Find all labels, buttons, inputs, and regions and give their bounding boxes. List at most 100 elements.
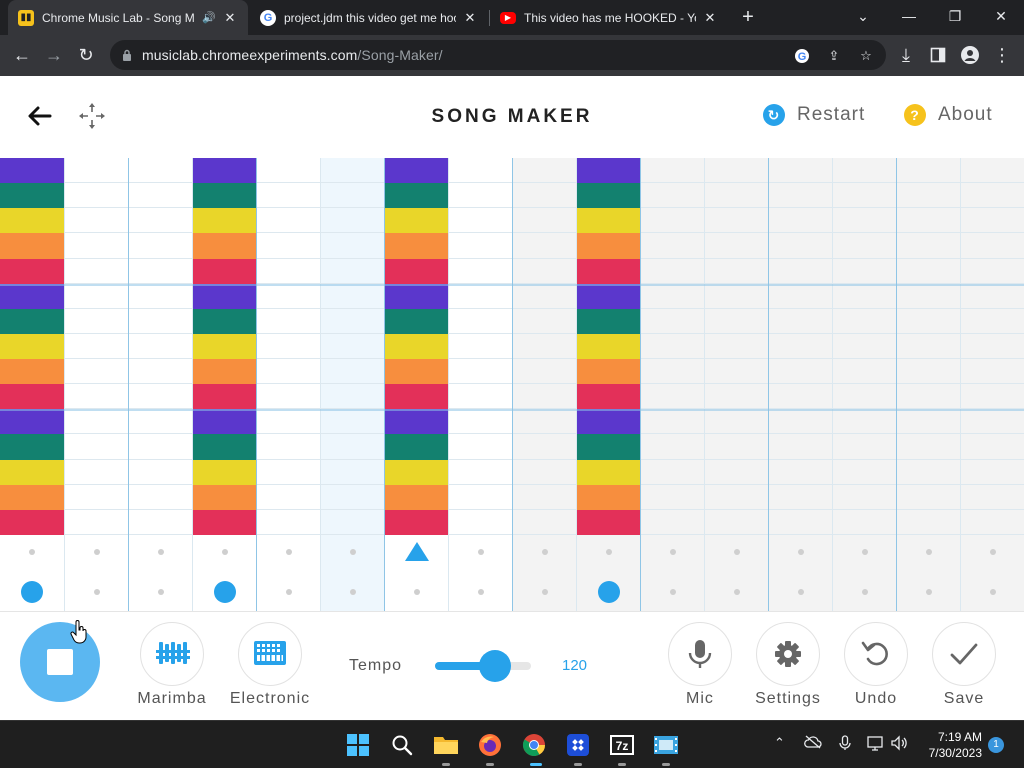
percussion-column[interactable] [576, 535, 640, 611]
grid-cell[interactable] [640, 183, 704, 209]
grid-cell[interactable] [640, 283, 704, 309]
percussion-column[interactable] [832, 535, 896, 611]
grid-cell[interactable] [896, 158, 960, 184]
grid-note[interactable] [384, 384, 448, 410]
grid-note[interactable] [576, 459, 640, 485]
percussion-dot[interactable] [29, 549, 35, 555]
grid-note[interactable] [192, 283, 256, 309]
percussion-dot[interactable] [798, 549, 804, 555]
percussion-dot[interactable] [478, 589, 484, 595]
tempo-slider-knob[interactable] [478, 650, 511, 682]
percussion-column[interactable] [384, 535, 448, 611]
grid-note[interactable] [192, 459, 256, 485]
close-window-button[interactable]: ✕ [978, 0, 1024, 35]
firefox-icon[interactable] [474, 729, 506, 761]
grid-cell[interactable] [64, 484, 128, 510]
grid-cell[interactable] [448, 333, 512, 360]
grid-cell[interactable] [64, 384, 128, 410]
7zip-icon[interactable]: 7z [606, 729, 638, 761]
grid-cell[interactable] [128, 484, 192, 510]
grid-cell[interactable] [256, 283, 320, 309]
grid-cell[interactable] [64, 208, 128, 234]
grid-cell[interactable] [896, 409, 960, 435]
grid-cell[interactable] [704, 509, 768, 535]
grid-cell[interactable] [832, 208, 896, 234]
grid-cell[interactable] [768, 208, 832, 234]
grid-cell[interactable] [320, 333, 384, 360]
percussion-circle-note[interactable] [598, 581, 620, 603]
grid-cell[interactable] [640, 258, 704, 284]
grid-note[interactable] [576, 434, 640, 460]
grid-cell[interactable] [256, 484, 320, 510]
grid-cell[interactable] [128, 233, 192, 259]
grid-cell[interactable] [256, 434, 320, 460]
grid-note[interactable] [192, 308, 256, 334]
grid-cell[interactable] [512, 208, 576, 234]
grid-cell[interactable] [640, 409, 704, 435]
grid-cell[interactable] [64, 183, 128, 209]
grid-note[interactable] [384, 409, 448, 435]
grid-cell[interactable] [512, 333, 576, 360]
grid-cell[interactable] [960, 233, 1024, 259]
grid-note[interactable] [0, 409, 64, 435]
grid-cell[interactable] [512, 434, 576, 460]
percussion-dot[interactable] [670, 549, 676, 555]
grid-cell[interactable] [704, 183, 768, 209]
grid-cell[interactable] [128, 359, 192, 385]
grid-cell[interactable] [512, 509, 576, 535]
grid-cell[interactable] [128, 434, 192, 460]
grid-note[interactable] [576, 258, 640, 284]
about-button[interactable]: ? About [904, 104, 993, 126]
tab-search-chevron-icon[interactable]: ⌄ [840, 0, 886, 35]
grid-cell[interactable] [448, 509, 512, 535]
grid-cell[interactable] [512, 359, 576, 385]
percussion-dot[interactable] [798, 589, 804, 595]
grid-cell[interactable] [512, 258, 576, 284]
percussion-dot[interactable] [606, 549, 612, 555]
grid-cell[interactable] [960, 308, 1024, 334]
grid-cell[interactable] [640, 509, 704, 535]
percussion-column[interactable] [960, 535, 1024, 611]
grid-note[interactable] [0, 208, 64, 234]
grid-cell[interactable] [704, 384, 768, 410]
grid-cell[interactable] [512, 384, 576, 410]
grid-cell[interactable] [960, 208, 1024, 234]
percussion-dot[interactable] [670, 589, 676, 595]
grid-note[interactable] [384, 484, 448, 510]
grid-cell[interactable] [704, 283, 768, 309]
grid-note[interactable] [192, 208, 256, 234]
percussion-column[interactable] [704, 535, 768, 611]
grid-cell[interactable] [448, 434, 512, 460]
grid-note[interactable] [0, 233, 64, 259]
grid-cell[interactable] [768, 459, 832, 485]
grid-cell[interactable] [128, 509, 192, 535]
grid-cell[interactable] [320, 308, 384, 334]
grid-note[interactable] [0, 183, 64, 209]
grid-cell[interactable] [128, 333, 192, 360]
new-tab-button[interactable]: + [737, 4, 759, 30]
grid-cell[interactable] [832, 509, 896, 535]
save-button[interactable] [932, 622, 996, 686]
reload-button[interactable]: ↻ [72, 41, 100, 69]
grid-cell[interactable] [704, 434, 768, 460]
percussion-dot[interactable] [478, 549, 484, 555]
grid-note[interactable] [576, 333, 640, 360]
windows-start-icon[interactable] [342, 729, 374, 761]
percussion-dot[interactable] [94, 589, 100, 595]
grid-note[interactable] [0, 484, 64, 510]
google-lens-icon[interactable]: G [794, 48, 810, 64]
grid-cell[interactable] [256, 258, 320, 284]
grid-cell[interactable] [832, 409, 896, 435]
grid-cell[interactable] [128, 459, 192, 485]
grid-cell[interactable] [512, 459, 576, 485]
grid-cell[interactable] [448, 183, 512, 209]
grid-cell[interactable] [640, 158, 704, 184]
grid-cell[interactable] [704, 208, 768, 234]
grid-note[interactable] [192, 384, 256, 410]
tab-chrome-music-lab[interactable]: ▮▮ Chrome Music Lab - Song M 🔊 ✕ [8, 0, 248, 35]
grid-cell[interactable] [768, 509, 832, 535]
grid-cell[interactable] [768, 333, 832, 360]
grid-cell[interactable] [512, 283, 576, 309]
grid-cell[interactable] [960, 409, 1024, 435]
grid-cell[interactable] [960, 459, 1024, 485]
